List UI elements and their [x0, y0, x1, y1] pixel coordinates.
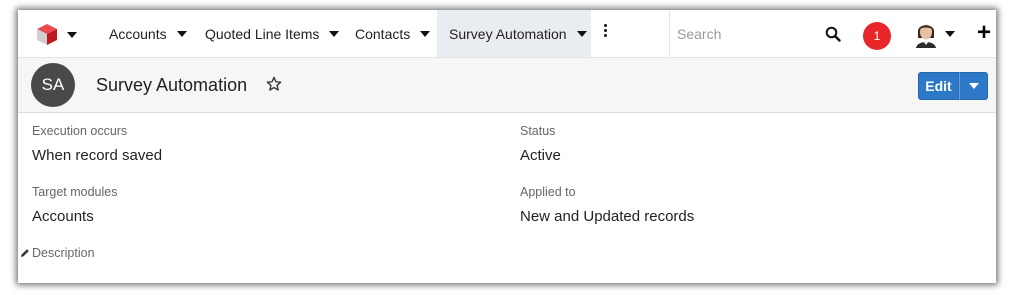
field-label-applied-to: Applied to — [520, 185, 576, 199]
pencil-icon[interactable] — [20, 248, 30, 258]
field-label-execution-occurs: Execution occurs — [32, 124, 128, 138]
search-bar — [669, 10, 859, 57]
user-avatar-icon — [916, 24, 936, 48]
chevron-down-icon — [420, 30, 431, 37]
field-label-description: Description — [32, 246, 95, 260]
search-icon[interactable] — [825, 26, 841, 42]
field-value-target-modules[interactable]: Accounts — [32, 208, 94, 225]
field-value-status[interactable]: Active — [520, 147, 561, 164]
chevron-down-icon — [67, 32, 77, 38]
nav-tab-label: Quoted Line Items — [205, 25, 320, 42]
chevron-down-icon — [329, 30, 340, 37]
notification-badge[interactable]: 1 — [863, 22, 891, 50]
top-navigation: Accounts Quoted Line Items Contacts Surv… — [18, 10, 996, 58]
nav-tab-accounts[interactable]: Accounts — [97, 10, 188, 57]
edit-actions-dropdown[interactable] — [959, 72, 988, 100]
nav-tab-survey-automation[interactable]: Survey Automation — [437, 10, 591, 57]
nav-tab-quoted-line-items[interactable]: Quoted Line Items — [193, 10, 341, 57]
user-menu[interactable] — [914, 20, 955, 48]
chevron-down-icon — [945, 31, 955, 37]
description-field[interactable]: Description — [20, 246, 95, 260]
field-label-target-modules: Target modules — [32, 185, 118, 199]
edit-button[interactable]: Edit — [918, 72, 959, 100]
chevron-down-icon — [968, 83, 979, 89]
app-logo-menu[interactable] — [35, 22, 77, 46]
page-title: Survey Automation — [96, 75, 248, 95]
field-value-applied-to[interactable]: New and Updated records — [520, 208, 694, 225]
nav-tab-label: Survey Automation — [449, 25, 567, 42]
chevron-down-icon — [576, 30, 587, 37]
star-outline-icon[interactable] — [266, 76, 282, 92]
app-window: Accounts Quoted Line Items Contacts Surv… — [18, 10, 996, 283]
plus-icon[interactable]: + — [977, 21, 991, 45]
nav-tab-contacts[interactable]: Contacts — [343, 10, 435, 57]
nav-tab-label: Contacts — [355, 25, 411, 42]
record-avatar: SA — [31, 63, 75, 107]
nav-tab-label: Accounts — [109, 25, 167, 42]
search-input[interactable] — [670, 25, 820, 42]
kebab-menu-icon[interactable] — [604, 24, 608, 39]
field-label-status: Status — [520, 124, 556, 138]
record-header: SA Survey Automation Edit — [18, 58, 996, 113]
edit-button-group: Edit — [918, 72, 988, 100]
chevron-down-icon — [176, 30, 187, 37]
app-logo-icon — [37, 24, 57, 45]
field-value-execution-occurs[interactable]: When record saved — [32, 147, 162, 164]
